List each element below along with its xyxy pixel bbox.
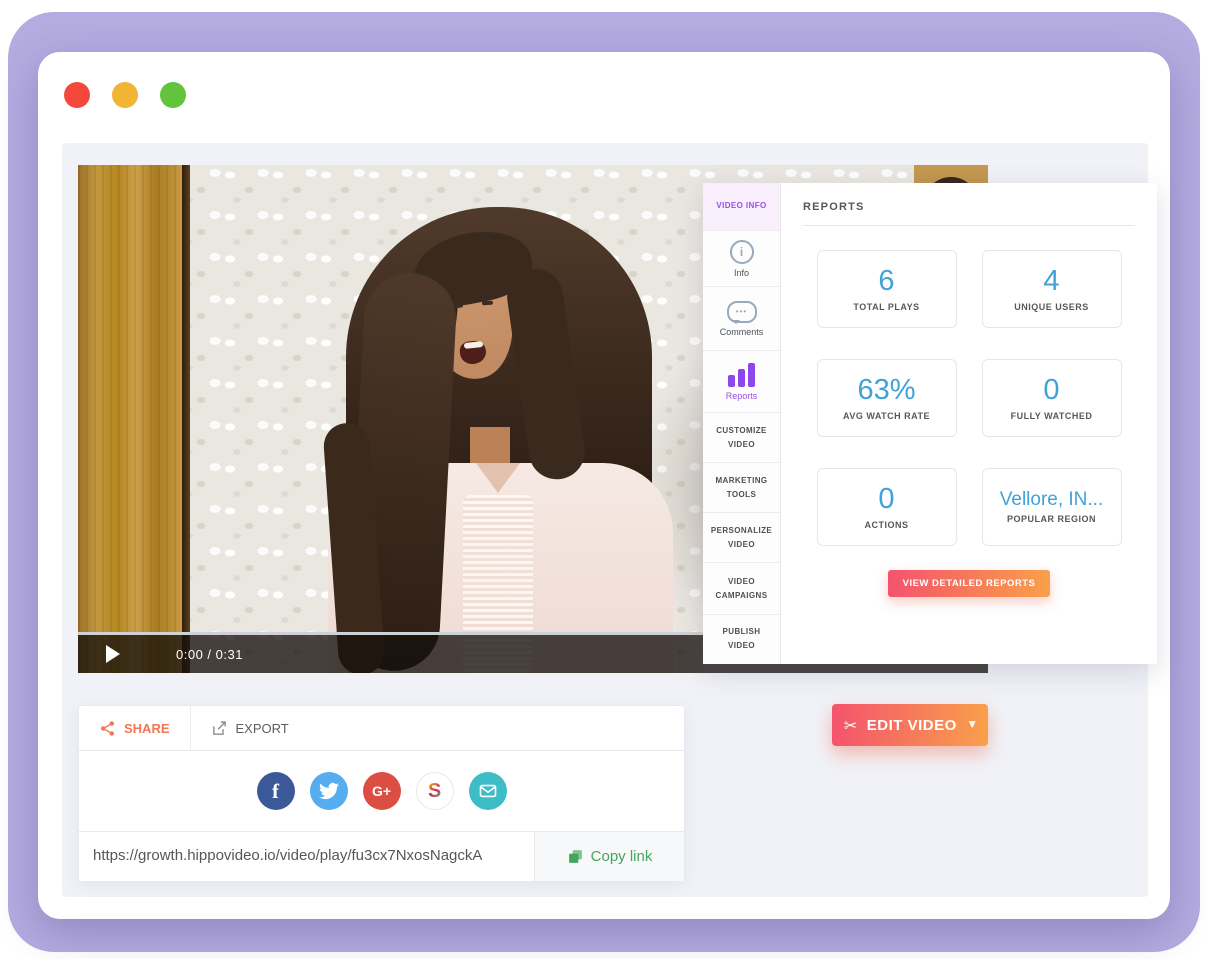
stat-card-total-plays: 6 TOTAL PLAYS bbox=[817, 250, 957, 328]
tab-video-campaigns-label: VIDEO CAMPAIGNS bbox=[709, 575, 774, 602]
avg-watch-rate-value: 63% bbox=[857, 375, 915, 405]
stat-card-avg-watch-rate: 63% AVG WATCH RATE bbox=[817, 359, 957, 437]
browser-window: 0:00 / 0:31 VIDEO INFO i Info ••• Commen… bbox=[38, 52, 1170, 919]
copy-link-button[interactable]: Copy link bbox=[534, 832, 684, 881]
tab-customize-video-label: CUSTOMIZE VIDEO bbox=[709, 424, 774, 451]
popular-region-value: Vellore, IN... bbox=[1000, 490, 1104, 510]
window-controls bbox=[64, 82, 186, 108]
tab-publish-video[interactable]: PUBLISH VIDEO bbox=[703, 615, 780, 663]
page: 0:00 / 0:31 VIDEO INFO i Info ••• Commen… bbox=[0, 0, 1208, 959]
tab-info[interactable]: i Info bbox=[703, 231, 780, 287]
copy-icon bbox=[567, 848, 584, 865]
tab-video-info-label: VIDEO INFO bbox=[716, 200, 766, 213]
video-link-field[interactable]: https://growth.hippovideo.io/video/play/… bbox=[79, 832, 534, 881]
minimize-window-button[interactable] bbox=[112, 82, 138, 108]
share-tabs: SHARE EXPORT bbox=[79, 706, 684, 751]
reports-icon bbox=[728, 363, 755, 387]
tab-reports[interactable]: Reports bbox=[703, 351, 780, 413]
video-info-sidebar: VIDEO INFO i Info ••• Comments Reports bbox=[703, 183, 781, 664]
slack-share-button[interactable]: S bbox=[416, 772, 454, 810]
email-share-button[interactable] bbox=[469, 772, 507, 810]
video-time: 0:00 / 0:31 bbox=[176, 647, 243, 662]
stat-card-popular-region: Vellore, IN... POPULAR REGION bbox=[982, 468, 1122, 546]
share-export-card: SHARE EXPORT f bbox=[78, 705, 685, 881]
scissors-icon: ✂ bbox=[844, 716, 858, 735]
tab-comments[interactable]: ••• Comments bbox=[703, 287, 780, 351]
tab-info-label: Info bbox=[734, 268, 749, 278]
comments-icon: ••• bbox=[727, 301, 757, 323]
stats-grid: 6 TOTAL PLAYS 4 UNIQUE USERS 63% AVG WAT… bbox=[803, 250, 1135, 546]
stat-card-fully-watched: 0 FULLY WATCHED bbox=[982, 359, 1122, 437]
unique-users-value: 4 bbox=[1043, 266, 1059, 296]
email-icon bbox=[478, 781, 498, 801]
tab-export[interactable]: EXPORT bbox=[191, 706, 309, 750]
google-plus-icon: G+ bbox=[372, 783, 391, 799]
export-icon bbox=[211, 720, 228, 737]
tab-publish-video-label: PUBLISH VIDEO bbox=[709, 625, 774, 652]
unique-users-label: UNIQUE USERS bbox=[1014, 302, 1089, 312]
reports-divider bbox=[803, 225, 1135, 226]
close-window-button[interactable] bbox=[64, 82, 90, 108]
tab-export-label: EXPORT bbox=[236, 721, 289, 736]
share-icon bbox=[99, 720, 116, 737]
tab-comments-label: Comments bbox=[720, 327, 764, 337]
facebook-icon: f bbox=[272, 779, 279, 804]
edit-video-button[interactable]: ✂ EDIT VIDEO ▼ bbox=[832, 704, 988, 746]
edit-video-label: EDIT VIDEO bbox=[867, 717, 957, 734]
actions-label: ACTIONS bbox=[865, 520, 909, 530]
tab-video-info[interactable]: VIDEO INFO bbox=[703, 183, 780, 231]
app-content: 0:00 / 0:31 VIDEO INFO i Info ••• Commen… bbox=[62, 143, 1148, 897]
fully-watched-label: FULLY WATCHED bbox=[1011, 411, 1093, 421]
twitter-share-button[interactable] bbox=[310, 772, 348, 810]
info-icon: i bbox=[730, 240, 754, 264]
reports-panel: REPORTS 6 TOTAL PLAYS 4 UNIQUE USERS 63% bbox=[781, 183, 1157, 664]
view-detailed-reports-button[interactable]: VIEW DETAILED REPORTS bbox=[888, 570, 1051, 597]
maximize-window-button[interactable] bbox=[160, 82, 186, 108]
reports-title: REPORTS bbox=[803, 201, 1135, 213]
tab-share-label: SHARE bbox=[124, 721, 170, 736]
stat-card-actions: 0 ACTIONS bbox=[817, 468, 957, 546]
actions-value: 0 bbox=[878, 484, 894, 514]
caret-down-icon: ▼ bbox=[969, 720, 976, 730]
tab-reports-label: Reports bbox=[726, 391, 758, 401]
tab-customize-video[interactable]: CUSTOMIZE VIDEO bbox=[703, 413, 780, 463]
tab-personalize-video[interactable]: PERSONALIZE VIDEO bbox=[703, 513, 780, 563]
popular-region-label: POPULAR REGION bbox=[1007, 514, 1096, 524]
tab-share[interactable]: SHARE bbox=[79, 706, 191, 750]
video-info-panel: VIDEO INFO i Info ••• Comments Reports bbox=[703, 183, 1157, 664]
facebook-share-button[interactable]: f bbox=[257, 772, 295, 810]
total-plays-label: TOTAL PLAYS bbox=[853, 302, 919, 312]
presenter-eye-right bbox=[482, 301, 493, 306]
avg-watch-rate-label: AVG WATCH RATE bbox=[843, 411, 930, 421]
google-plus-share-button[interactable]: G+ bbox=[363, 772, 401, 810]
total-plays-value: 6 bbox=[878, 266, 894, 296]
tab-marketing-tools-label: MARKETING TOOLS bbox=[709, 474, 774, 501]
twitter-icon bbox=[319, 781, 339, 801]
stat-card-unique-users: 4 UNIQUE USERS bbox=[982, 250, 1122, 328]
fully-watched-value: 0 bbox=[1043, 375, 1059, 405]
tab-marketing-tools[interactable]: MARKETING TOOLS bbox=[703, 463, 780, 513]
slack-icon: S bbox=[428, 780, 441, 803]
social-buttons: f G+ S bbox=[79, 751, 684, 831]
video-link-row: https://growth.hippovideo.io/video/play/… bbox=[79, 831, 684, 881]
copy-link-label: Copy link bbox=[591, 848, 653, 865]
tab-personalize-video-label: PERSONALIZE VIDEO bbox=[709, 524, 774, 551]
tab-video-campaigns[interactable]: VIDEO CAMPAIGNS bbox=[703, 563, 780, 615]
play-button[interactable] bbox=[106, 645, 120, 663]
